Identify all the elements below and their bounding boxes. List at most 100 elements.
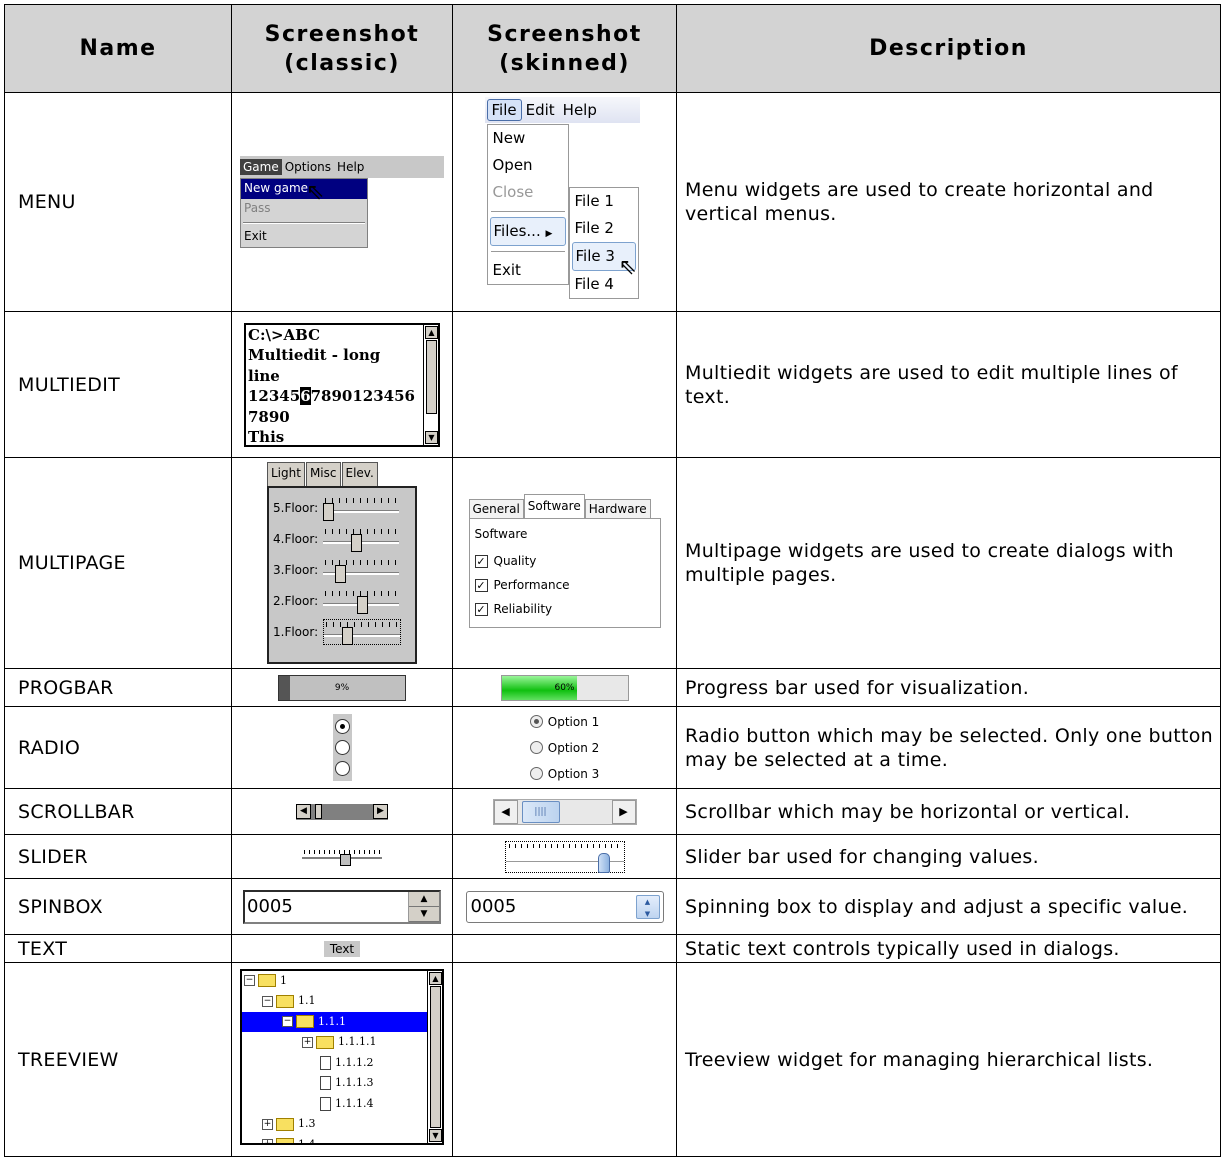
submenu-item-file-1[interactable]: File 1 [570, 188, 638, 215]
row-description: Progress bar used for visualization. [676, 668, 1221, 707]
right-arrow-icon[interactable]: ▶ [373, 804, 388, 819]
floor-slider[interactable] [323, 496, 399, 521]
up-arrow-icon[interactable]: ▲ [425, 325, 438, 339]
tab-bar: Light Misc Elev. [267, 462, 417, 486]
classic-scrollbar[interactable]: ◀ ▶ [296, 803, 388, 820]
scroll-thumb[interactable] [430, 985, 441, 1128]
collapse-icon[interactable]: − [244, 975, 255, 987]
radio-button[interactable] [529, 741, 543, 754]
floor-slider[interactable] [323, 618, 401, 645]
down-arrow-icon[interactable]: ▼ [637, 908, 659, 920]
tab-general[interactable]: General [468, 499, 524, 518]
floor-slider[interactable] [323, 589, 399, 614]
classic-spinbox[interactable]: 0005 ▲ ▼ [243, 889, 441, 924]
row-name: SLIDER [4, 834, 232, 879]
radio-button[interactable] [334, 761, 350, 776]
menu-item-file[interactable]: File [486, 99, 522, 121]
scroll-thumb[interactable] [315, 804, 322, 819]
collapse-icon[interactable]: − [262, 995, 273, 1007]
radio-button[interactable] [529, 715, 543, 728]
tree-node[interactable]: 1.1.1.4 [242, 1094, 442, 1115]
menu-item-help[interactable]: Help [334, 159, 367, 175]
menu-item-exit[interactable]: Exit [488, 257, 568, 284]
down-arrow-icon[interactable]: ▼ [425, 430, 438, 444]
checkbox-performance[interactable]: ✓ Performance [474, 573, 655, 597]
menu-item-files[interactable]: Files... ▶ [489, 217, 566, 246]
submenu-item-file-2[interactable]: File 2 [570, 215, 638, 242]
table-row: PROGBAR 9% 60% Progress bar used for vis… [4, 668, 1221, 707]
tab-light[interactable]: Light [267, 462, 305, 486]
radio-button[interactable] [334, 719, 350, 734]
collapse-icon[interactable]: − [282, 1016, 293, 1028]
tab-elev[interactable]: Elev. [341, 462, 378, 486]
radio-option-2[interactable]: Option 2 [529, 735, 599, 761]
menu-item-edit[interactable]: Edit [522, 100, 559, 120]
left-arrow-icon[interactable]: ◀ [493, 799, 518, 824]
radio-button[interactable] [529, 767, 543, 780]
multiedit-box[interactable]: C:\>ABC Multiedit - long line 1234567890… [244, 322, 440, 447]
skinned-spinbox[interactable]: 0005 ▲ ▼ [465, 890, 664, 923]
menu-item-options[interactable]: Options [282, 159, 334, 175]
tree-node[interactable]: −1 [242, 971, 442, 992]
menu-item-new[interactable]: New [488, 125, 568, 152]
row-name: SCROLLBAR [4, 788, 232, 835]
vertical-scrollbar[interactable]: ▲ ▼ [427, 970, 442, 1143]
up-arrow-icon[interactable]: ▲ [637, 896, 659, 908]
floor-slider[interactable] [323, 527, 399, 552]
spinbox-value[interactable]: 0005 [245, 892, 408, 922]
tab-hardware[interactable]: Hardware [584, 499, 651, 518]
tree-node[interactable]: −1.1 [242, 991, 442, 1012]
folder-icon [258, 974, 276, 988]
floor-label: 2.Floor: [273, 593, 319, 608]
right-arrow-icon[interactable]: ▶ [611, 799, 636, 824]
tree-node[interactable]: 1.1.1.3 [242, 1073, 442, 1094]
radio-button[interactable] [334, 740, 350, 755]
checkbox-quality[interactable]: ✓ Quality [474, 549, 655, 573]
slider-thumb[interactable] [340, 853, 351, 866]
slider-thumb[interactable] [597, 852, 610, 873]
classic-radio-group [332, 714, 352, 781]
table-row: TREEVIEW −1 −1.1 −1.1.1 +1.1.1.1 1.1.1.2… [4, 962, 1221, 1157]
down-arrow-icon[interactable]: ▼ [429, 1128, 442, 1142]
menu-item-help[interactable]: Help [559, 100, 601, 120]
radio-option-3[interactable]: Option 3 [529, 761, 599, 787]
tree-node[interactable]: +1.3 [242, 1114, 442, 1135]
floor-slider[interactable] [323, 558, 399, 583]
expand-icon[interactable]: + [302, 1036, 313, 1048]
tree-node-selected[interactable]: −1.1.1 [242, 1011, 442, 1032]
menu-item-game[interactable]: Game [240, 159, 282, 175]
spinbox-value[interactable]: 0005 [467, 892, 633, 922]
tab-software[interactable]: Software [523, 494, 585, 518]
radio-option-1[interactable]: Option 1 [529, 709, 599, 735]
menu-item-new-game[interactable]: New game [241, 179, 367, 199]
tree-node[interactable]: 1.1.1.2 [242, 1053, 442, 1074]
down-arrow-icon[interactable]: ▼ [409, 907, 439, 922]
up-arrow-icon[interactable]: ▲ [429, 971, 442, 985]
tab-misc[interactable]: Misc [305, 462, 341, 486]
scroll-thumb[interactable] [426, 339, 437, 414]
skinned-screenshot [452, 962, 677, 1157]
skinned-slider[interactable] [504, 840, 625, 873]
header-name: Name [4, 4, 232, 93]
row-name: SPINBOX [4, 878, 232, 935]
up-arrow-icon[interactable]: ▲ [409, 892, 439, 907]
skinned-scrollbar[interactable]: ◀ |||| ▶ [492, 798, 637, 825]
document-icon [320, 1076, 331, 1091]
row-name: PROGBAR [4, 668, 232, 707]
checkbox-reliability[interactable]: ✓ Reliability [474, 597, 655, 621]
left-arrow-icon[interactable]: ◀ [296, 804, 311, 819]
table-row: MULTIEDIT C:\>ABC Multiedit - long line … [4, 311, 1221, 458]
expand-icon[interactable]: + [262, 1139, 273, 1143]
scroll-thumb[interactable]: |||| [521, 800, 560, 823]
classic-multipage: Light Misc Elev. 5.Floor: 4.Floor: 3.Flo… [267, 462, 417, 664]
tree-node[interactable]: +1.1.1.1 [242, 1032, 442, 1053]
menu-item-exit[interactable]: Exit [241, 227, 367, 247]
classic-screenshot: Text [231, 934, 453, 963]
tree-node[interactable]: +1.4 [242, 1135, 442, 1143]
classic-progress-bar: 9% [278, 674, 406, 701]
expand-icon[interactable]: + [262, 1118, 273, 1130]
menu-item-open[interactable]: Open [488, 152, 568, 179]
treeview[interactable]: −1 −1.1 −1.1.1 +1.1.1.1 1.1.1.2 1.1.1.3 … [240, 968, 444, 1145]
vertical-scrollbar[interactable]: ▲ ▼ [423, 324, 438, 445]
classic-slider[interactable] [302, 848, 382, 866]
